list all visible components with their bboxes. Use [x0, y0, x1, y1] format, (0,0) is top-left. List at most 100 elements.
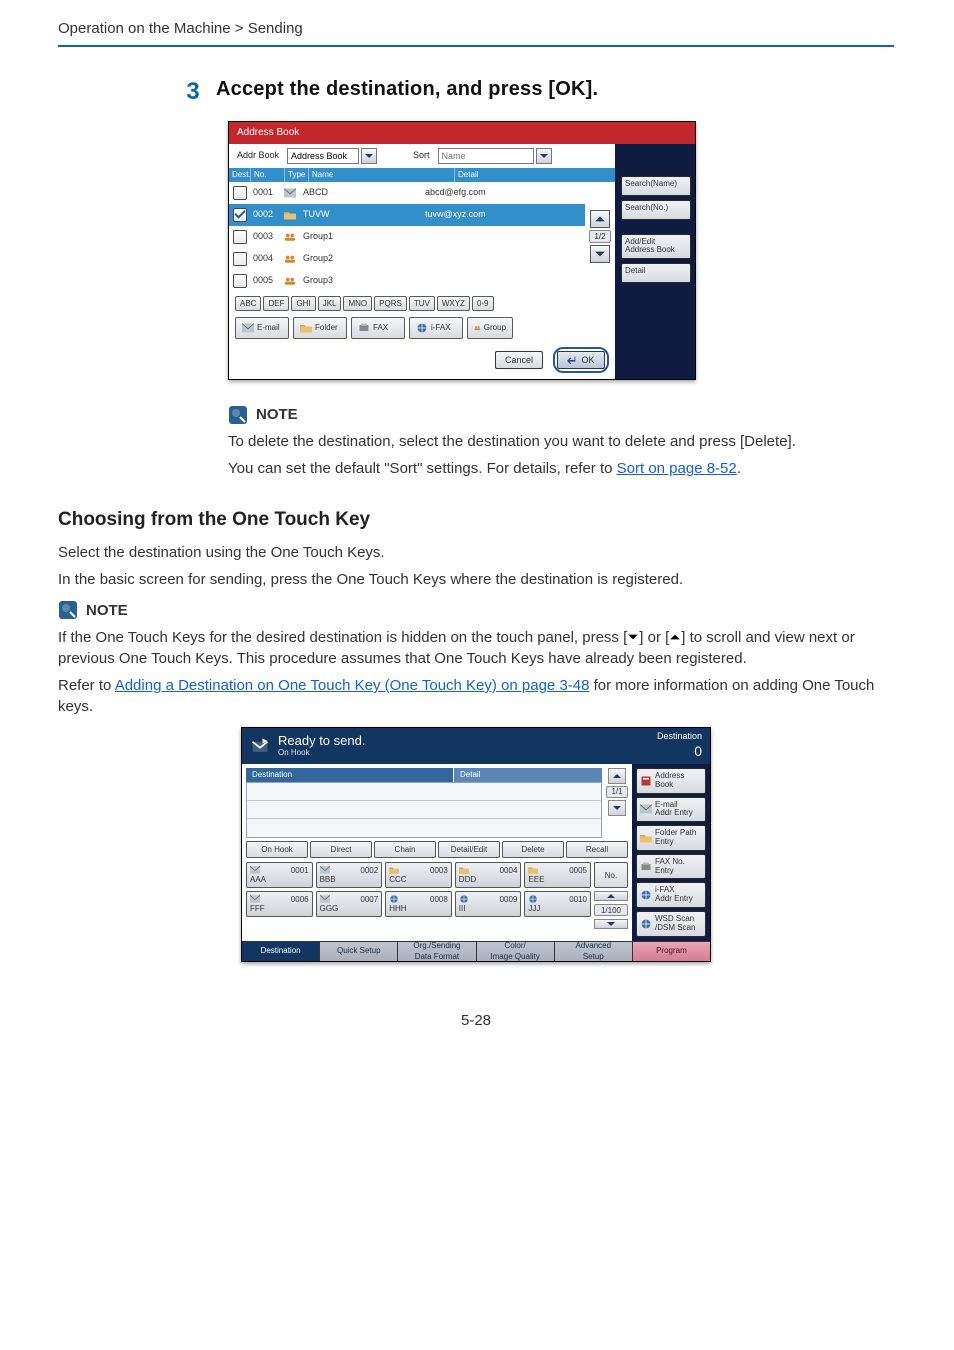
ab-addressbook-dropdown-button[interactable]: [361, 148, 377, 164]
envelope-icon: [242, 322, 254, 334]
chevron-up-icon: [606, 891, 616, 901]
rs-subtitle: On Hook: [278, 747, 365, 758]
scroll-up-button[interactable]: [590, 210, 610, 228]
address-book-screenshot: Address Book Addr Book Sort: [228, 121, 696, 381]
fax-icon: [640, 861, 652, 873]
checkbox[interactable]: [233, 252, 247, 266]
add-edit-button[interactable]: Add/Edit Address Book: [621, 234, 691, 260]
ab-name-search-button[interactable]: [536, 148, 552, 164]
search-no-button[interactable]: Search(No.): [621, 200, 691, 220]
onetouch-key[interactable]: 0006FFF: [246, 891, 313, 917]
alpha-ghi[interactable]: GHI: [291, 296, 315, 311]
table-row[interactable]: 0004 Group2: [229, 248, 585, 270]
note-icon: [228, 405, 248, 425]
ot-name: III: [459, 903, 466, 914]
scroll-down-button[interactable]: [590, 245, 610, 263]
table-row[interactable]: 0003 Group1: [229, 226, 585, 248]
ifax-entry-button[interactable]: i-FAX Addr Entry: [636, 882, 706, 908]
direct-button[interactable]: Direct: [310, 841, 372, 858]
search-name-button[interactable]: Search(Name): [621, 176, 691, 196]
chevron-down-icon: [606, 919, 616, 929]
ab-name-input[interactable]: [438, 148, 534, 164]
table-row[interactable]: 0001 ABCD abcd@efg.com: [229, 182, 585, 204]
sort-xref-link[interactable]: Sort on page 8-52: [617, 460, 737, 477]
onhook-button[interactable]: On Hook: [246, 841, 308, 858]
chain-button[interactable]: Chain: [374, 841, 436, 858]
list-item[interactable]: [247, 819, 601, 837]
tab-group[interactable]: Group: [467, 317, 513, 339]
detail-button[interactable]: Detail: [621, 263, 691, 283]
tab-ifax[interactable]: i-FAX: [409, 317, 463, 339]
globe-icon: [416, 322, 428, 334]
ot-scroll-up[interactable]: [594, 891, 628, 901]
tab-quicksetup[interactable]: Quick Setup: [320, 941, 398, 961]
no-button[interactable]: No.: [594, 862, 628, 888]
note-block-2: NOTE If the One Touch Keys for the desir…: [58, 600, 894, 717]
scroll-down-button[interactable]: [608, 800, 626, 816]
onetouch-key[interactable]: 0008HHH: [385, 891, 452, 917]
tab-email[interactable]: E-mail: [235, 317, 289, 339]
faxno-entry-button[interactable]: FAX No. Entry: [636, 854, 706, 880]
envelope-icon: [281, 187, 299, 199]
note-label: NOTE: [86, 600, 128, 621]
checkbox[interactable]: [233, 208, 247, 222]
onetouch-key[interactable]: 0002BBB: [316, 862, 383, 888]
tab-colorquality[interactable]: Color/ Image Quality: [477, 941, 555, 961]
onetouch-grid: 0001AAA 0002BBB 0003CCC 0004DDD 0005EEE …: [246, 862, 628, 929]
book-icon: [640, 775, 652, 787]
section-p1: Select the destination using the One Tou…: [58, 542, 894, 563]
recall-button[interactable]: Recall: [566, 841, 628, 858]
addressbook-button[interactable]: Address Book: [636, 768, 706, 794]
alpha-abc[interactable]: ABC: [235, 296, 261, 311]
cancel-button[interactable]: Cancel: [495, 351, 543, 370]
delete-button[interactable]: Delete: [502, 841, 564, 858]
tab-destination[interactable]: Destination: [242, 941, 320, 961]
ab-addressbook-value[interactable]: [287, 148, 359, 164]
row-name: Group2: [301, 252, 423, 265]
tab-folder[interactable]: Folder: [293, 317, 347, 339]
onetouch-xref-link[interactable]: Adding a Destination on One Touch Key (O…: [115, 677, 590, 694]
alpha-jkl[interactable]: JKL: [318, 296, 342, 311]
onetouch-key[interactable]: 0009III: [455, 891, 522, 917]
scroll-up-button[interactable]: [608, 768, 626, 784]
alpha-pqrs[interactable]: PQRS: [374, 296, 407, 311]
page-number: 5-28: [58, 1010, 894, 1031]
chevron-down-icon: [539, 151, 549, 161]
ot-name: FFF: [250, 903, 265, 914]
row-no: 0003: [249, 230, 279, 243]
detailedit-button[interactable]: Detail/Edit: [438, 841, 500, 858]
ok-button[interactable]: OK: [557, 351, 605, 370]
checkbox[interactable]: [233, 230, 247, 244]
alpha-def[interactable]: DEF: [263, 296, 289, 311]
onetouch-key[interactable]: 0001AAA: [246, 862, 313, 888]
table-row[interactable]: 0002 TUVW tuvw@xyz.com: [229, 204, 585, 226]
ok-button-label: OK: [581, 354, 594, 367]
tab-orgsending[interactable]: Org./Sending Data Format: [398, 941, 476, 961]
alpha-tuv[interactable]: TUV: [409, 296, 435, 311]
wsd-scan-button[interactable]: WSD Scan /DSM Scan: [636, 911, 706, 937]
rs-col-destination: Destination: [246, 768, 454, 782]
onetouch-key[interactable]: 0004DDD: [455, 862, 522, 888]
list-item[interactable]: [247, 783, 601, 801]
onetouch-key[interactable]: 0005EEE: [524, 862, 591, 888]
alpha-wxyz[interactable]: WXYZ: [437, 296, 470, 311]
tab-advanced[interactable]: Advanced Setup: [555, 941, 633, 961]
list-item[interactable]: [247, 801, 601, 819]
onetouch-key[interactable]: 0007GGG: [316, 891, 383, 917]
email-entry-button[interactable]: E-mail Addr Entry: [636, 797, 706, 823]
onetouch-key[interactable]: 0010JJJ: [524, 891, 591, 917]
tab-fax[interactable]: FAX: [351, 317, 405, 339]
folder-entry-button[interactable]: Folder Path Entry: [636, 825, 706, 851]
ab-addressbook-dropdown[interactable]: [287, 148, 377, 164]
tab-program[interactable]: Program: [633, 941, 710, 961]
checkbox[interactable]: [233, 186, 247, 200]
alpha-mno[interactable]: MNO: [343, 296, 372, 311]
ab-titlebar: Address Book: [229, 122, 695, 144]
onetouch-key[interactable]: 0003CCC: [385, 862, 452, 888]
ot-scroll-down[interactable]: [594, 919, 628, 929]
note1-line2-suffix: .: [737, 460, 741, 477]
table-row[interactable]: 0005 Group3: [229, 270, 585, 292]
checkbox[interactable]: [233, 274, 247, 288]
alpha-09[interactable]: 0-9: [472, 296, 494, 311]
section-p2: In the basic screen for sending, press t…: [58, 569, 894, 590]
